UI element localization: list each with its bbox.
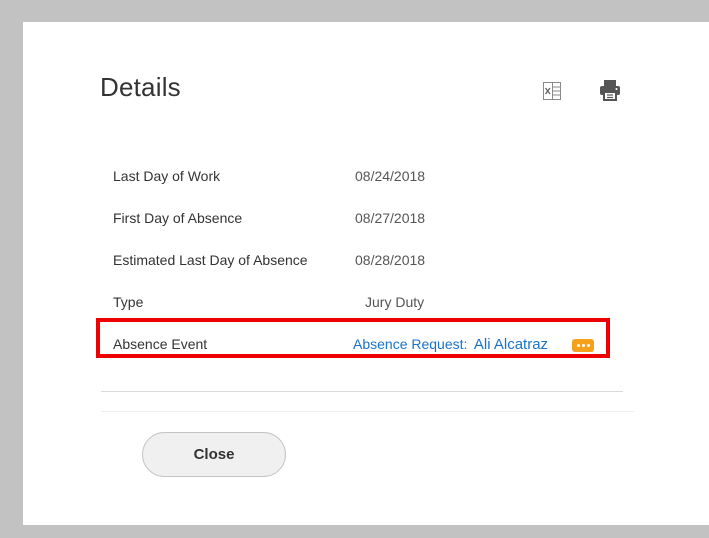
detail-row-last-day-of-work: Last Day of Work 08/24/2018: [113, 168, 633, 192]
print-icon[interactable]: [599, 79, 621, 101]
dot-icon: [587, 344, 590, 347]
absence-request-person[interactable]: Ali Alcatraz: [474, 336, 548, 353]
absence-request-link[interactable]: Absence Request: Ali Alcatraz: [353, 336, 548, 354]
dialog-title: Details: [100, 72, 181, 102]
detail-label: Last Day of Work: [113, 168, 221, 184]
detail-row-first-day-of-absence: First Day of Absence 08/27/2018: [113, 210, 633, 234]
detail-label: First Day of Absence: [113, 210, 243, 226]
close-button[interactable]: Close: [142, 432, 286, 477]
details-dialog: Details Last Day of Work 08/24/2018 Firs…: [23, 22, 709, 525]
detail-label: Absence Event: [113, 336, 208, 352]
detail-value: 08/28/2018: [355, 252, 426, 268]
detail-label: Type: [113, 294, 144, 310]
detail-row-type: Type Jury Duty: [113, 294, 633, 318]
detail-row-absence-event: Absence Event Absence Request: Ali Alcat…: [113, 336, 633, 360]
excel-export-icon[interactable]: [543, 82, 561, 100]
dot-icon: [577, 344, 580, 347]
detail-row-estimated-last-day: Estimated Last Day of Absence 08/28/2018: [113, 252, 633, 276]
detail-value: 08/27/2018: [355, 210, 426, 226]
absence-request-label[interactable]: Absence Request:: [353, 336, 467, 352]
detail-label: Estimated Last Day of Absence: [113, 252, 308, 268]
detail-value: 08/24/2018: [355, 168, 426, 184]
detail-value: Jury Duty: [365, 294, 425, 310]
divider: [101, 391, 623, 392]
dot-icon: [582, 344, 585, 347]
related-actions-icon[interactable]: [572, 339, 594, 352]
divider: [101, 411, 634, 412]
